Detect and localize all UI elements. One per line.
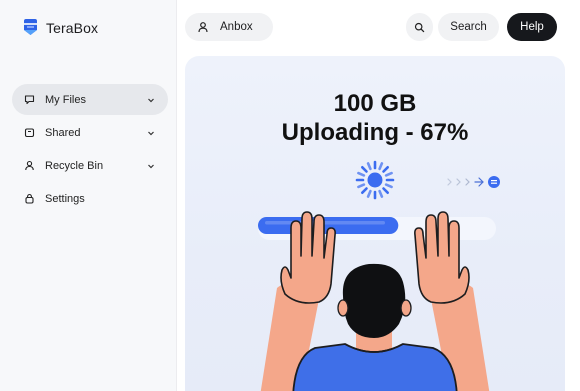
sidebar-nav: My Files Shared Recycle Bin Settings [12,84,168,216]
folder-icon [24,94,35,105]
sidebar: TeraBox My Files Shared Recycle Bin Sett… [0,0,177,391]
sidebar-item-recycle-bin[interactable]: Recycle Bin [12,150,168,181]
cloud-target-icon [488,176,500,188]
loading-spinner-icon [355,160,395,200]
terabox-logo-icon [24,19,37,35]
user-icon [197,21,209,33]
sidebar-item-label: Settings [45,192,85,205]
search-icon [414,22,425,32]
search-field-value: Anbox [220,21,253,33]
app-window: TeraBox My Files Shared Recycle Bin Sett… [0,0,580,391]
sidebar-item-settings[interactable]: Settings [12,183,168,214]
app-name: TeraBox [46,20,99,36]
search-button[interactable]: Search [438,13,499,41]
search-field[interactable]: Anbox [185,13,273,41]
chevron-down-icon [147,96,155,104]
chevron-down-icon [147,162,155,170]
sidebar-item-label: Recycle Bin [45,159,104,172]
brand[interactable]: TeraBox [22,18,98,38]
share-icon [24,127,35,138]
top-bar: Anbox Search Help [177,0,580,54]
main-content: Anbox Search Help 100 GB Uploading - 67% [177,0,580,391]
sidebar-item-my-files[interactable]: My Files [12,84,168,115]
transfer-arrows-icon [447,177,484,187]
sidebar-item-label: My Files [45,93,86,106]
upload-status-heading: 100 GB Uploading - 67% [185,89,565,147]
sidebar-item-shared[interactable]: Shared [12,117,168,148]
upload-progress-text: Uploading - 67% [281,119,469,146]
chevron-down-icon [147,129,155,137]
lock-icon [24,193,35,204]
sidebar-item-label: Shared [45,126,81,139]
user-icon [24,160,35,171]
search-icon-button[interactable] [406,13,433,41]
upload-size-text: 100 GB [333,90,417,117]
upload-hero-card: 100 GB Uploading - 67% [185,56,565,391]
help-button[interactable]: Help [507,13,557,41]
